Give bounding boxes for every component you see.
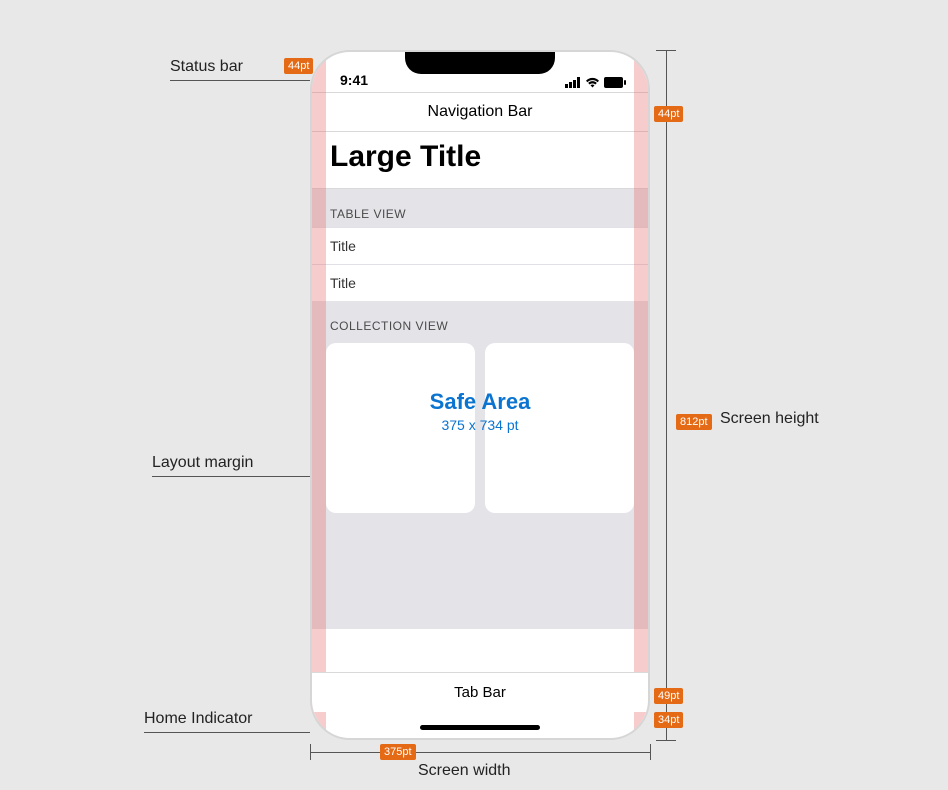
table-row[interactable]: Title xyxy=(312,264,648,301)
tab-bar[interactable]: Tab Bar xyxy=(312,672,648,712)
home-indicator-height-badge: 34pt xyxy=(654,712,683,728)
collection-view-header: COLLECTION VIEW xyxy=(312,301,648,339)
status-time: 9:41 xyxy=(340,72,368,88)
layout-margin-label: Layout margin xyxy=(152,454,253,472)
safe-area-subtitle: 375 x 734 pt xyxy=(312,417,648,433)
screen-height-rule xyxy=(666,50,667,740)
screen-height-label: Screen height xyxy=(720,410,819,428)
safe-area-overlay: Safe Area 375 x 734 pt xyxy=(312,389,648,433)
tab-bar-title: Tab Bar xyxy=(454,684,506,701)
nav-bar-height-badge: 44pt xyxy=(654,106,683,122)
phone-frame: 9:41 Navigation Bar Large Title TABLE VI… xyxy=(310,50,650,740)
home-indicator[interactable] xyxy=(420,725,540,730)
tab-bar-height-badge: 49pt xyxy=(654,688,683,704)
tick xyxy=(650,744,651,760)
status-bar-label: Status bar xyxy=(170,58,243,76)
navigation-bar: Navigation Bar xyxy=(312,92,648,132)
safe-area-title: Safe Area xyxy=(312,389,648,415)
wifi-icon xyxy=(585,77,600,88)
screen-width-label: Screen width xyxy=(418,762,511,780)
large-title: Large Title xyxy=(312,132,648,189)
screen-width-badge: 375pt xyxy=(380,744,416,760)
status-bar-height-badge: 44pt xyxy=(284,58,313,74)
navigation-bar-title: Navigation Bar xyxy=(428,103,533,121)
guide-line xyxy=(152,476,324,477)
device-notch xyxy=(405,52,555,74)
tick xyxy=(310,744,311,760)
home-indicator-label: Home Indicator xyxy=(144,710,253,728)
table-row[interactable]: Title xyxy=(312,227,648,264)
battery-icon xyxy=(604,77,626,88)
screen-width-rule xyxy=(310,752,650,753)
collection-view: Safe Area 375 x 734 pt xyxy=(312,339,648,513)
screen-height-badge: 812pt xyxy=(676,414,712,430)
content-area: TABLE VIEW Title Title COLLECTION VIEW S… xyxy=(312,189,648,629)
table-view-header: TABLE VIEW xyxy=(312,189,648,227)
guide-line xyxy=(144,732,310,733)
cellular-icon xyxy=(565,77,581,88)
tick xyxy=(656,50,676,51)
status-icons xyxy=(565,77,626,88)
tick xyxy=(656,740,676,741)
guide-line xyxy=(170,80,310,81)
